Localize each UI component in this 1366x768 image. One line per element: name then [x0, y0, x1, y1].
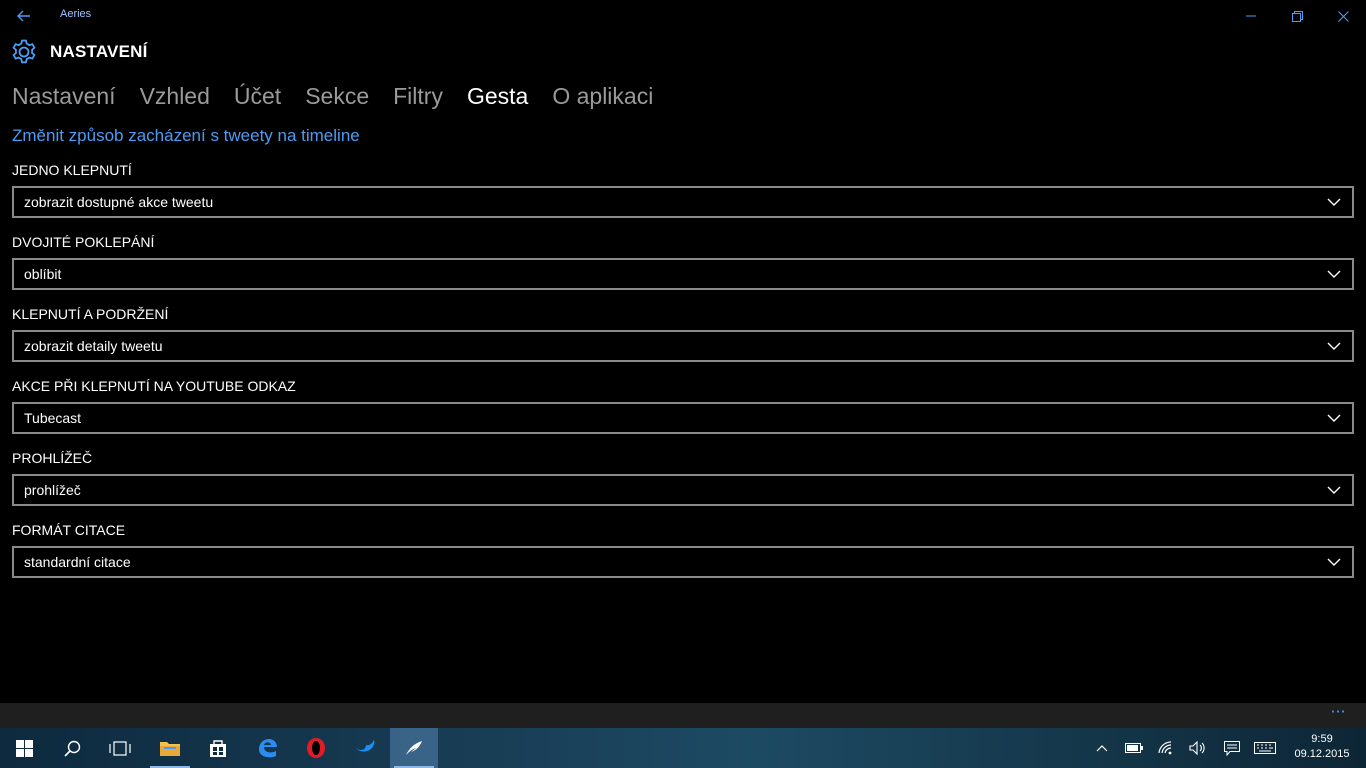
taskbar: 9:59 09.12.2015 [0, 728, 1366, 768]
gear-icon [12, 39, 36, 64]
tab-nastaveni[interactable]: Nastavení [12, 80, 116, 112]
restore-button[interactable] [1274, 0, 1320, 32]
page-title: NASTAVENÍ [50, 42, 148, 61]
opera-button[interactable] [292, 728, 340, 768]
dropdown-value: Tubecast [24, 410, 82, 426]
setting-label: AKCE PŘI KLEPNUTÍ NA YOUTUBE ODKAZ [12, 378, 296, 394]
chevron-up-icon [1096, 744, 1108, 751]
browser-dropdown[interactable]: prohlížeč [12, 474, 1354, 506]
dropdown-value: zobrazit dostupné akce tweetu [24, 194, 214, 210]
search-icon [63, 740, 80, 757]
window-title: Aeries [60, 8, 92, 20]
dropdown-value: zobrazit detaily tweetu [24, 338, 163, 354]
chevron-down-icon [1326, 482, 1342, 498]
task-view-button[interactable] [96, 728, 144, 768]
page-header: NASTAVENÍ [10, 38, 148, 66]
tap-and-hold-dropdown[interactable]: zobrazit detaily tweetu [12, 330, 1354, 362]
edge-button[interactable] [243, 728, 291, 768]
chevron-down-icon [1326, 266, 1342, 282]
speaker-icon [1189, 741, 1205, 755]
tab-vzhled[interactable]: Vzhled [140, 80, 210, 112]
dropdown-value: oblíbit [24, 266, 62, 282]
notification-icon [1224, 740, 1240, 756]
double-tap-dropdown[interactable]: oblíbit [12, 258, 1354, 290]
tab-ucet[interactable]: Účet [234, 80, 281, 112]
bird-icon [356, 740, 375, 752]
clock[interactable]: 9:59 09.12.2015 [1292, 732, 1352, 762]
setting-browser: PROHLÍŽEČ prohlížeč [12, 448, 1354, 506]
battery-button[interactable] [1120, 728, 1148, 768]
chevron-down-icon [1326, 194, 1342, 210]
dropdown-value: standardní citace [24, 554, 131, 570]
quote-format-dropdown[interactable]: standardní citace [12, 546, 1354, 578]
restore-icon [1291, 10, 1303, 22]
search-button[interactable] [48, 728, 96, 768]
battery-icon [1125, 743, 1143, 753]
back-button[interactable] [8, 4, 40, 28]
keyboard-icon [1254, 742, 1276, 754]
store-button[interactable] [194, 728, 242, 768]
minimize-icon [1246, 15, 1256, 17]
setting-youtube-link: AKCE PŘI KLEPNUTÍ NA YOUTUBE ODKAZ Tubec… [12, 376, 1354, 434]
app-bar: ··· [0, 703, 1366, 728]
tab-gesta[interactable]: Gesta [467, 80, 528, 112]
dropdown-value: prohlížeč [24, 482, 81, 498]
close-button[interactable] [1320, 0, 1366, 32]
feather-icon [406, 741, 422, 755]
volume-button[interactable] [1184, 728, 1212, 768]
aeries-app-button[interactable] [390, 728, 438, 768]
network-button[interactable] [1153, 728, 1181, 768]
settings-tabs: Nastavení Vzhled Účet Sekce Filtry Gesta… [12, 80, 677, 112]
app-window: Aeries NASTAVENÍ Nastavení Vzhled Účet S… [0, 0, 1366, 703]
setting-label: FORMÁT CITACE [12, 522, 126, 538]
setting-tap-and-hold: KLEPNUTÍ A PODRŽENÍ zobrazit detaily twe… [12, 304, 1354, 362]
windows-logo-icon [15, 739, 33, 757]
tab-o-aplikaci[interactable]: O aplikaci [552, 80, 653, 112]
chevron-down-icon [1326, 554, 1342, 570]
title-bar: Aeries [0, 0, 1366, 32]
chevron-down-icon [1326, 410, 1342, 426]
setting-label: PROHLÍŽEČ [12, 450, 93, 466]
setting-single-tap: JEDNO KLEPNUTÍ zobrazit dostupné akce tw… [12, 160, 1354, 218]
edge-icon [259, 739, 277, 758]
setting-label: DVOJITÉ POKLEPÁNÍ [12, 234, 155, 250]
close-icon [1337, 10, 1349, 22]
single-tap-dropdown[interactable]: zobrazit dostupné akce tweetu [12, 186, 1354, 218]
setting-quote-format: FORMÁT CITACE standardní citace [12, 520, 1354, 578]
folder-icon [160, 742, 180, 756]
section-description-link[interactable]: Změnit způsob zacházení s tweety na time… [12, 126, 360, 146]
file-explorer-button[interactable] [146, 728, 194, 768]
chevron-down-icon [1326, 338, 1342, 354]
minimize-button[interactable] [1228, 0, 1274, 32]
twitter-app-button[interactable] [341, 728, 389, 768]
arrow-left-icon [17, 10, 30, 22]
youtube-link-dropdown[interactable]: Tubecast [12, 402, 1354, 434]
opera-icon [307, 738, 325, 758]
show-hidden-icons-button[interactable] [1090, 728, 1114, 768]
setting-label: KLEPNUTÍ A PODRŽENÍ [12, 306, 169, 322]
action-center-button[interactable] [1218, 728, 1246, 768]
clock-time: 9:59 [1311, 733, 1333, 745]
tab-filtry[interactable]: Filtry [393, 80, 443, 112]
clock-date: 09.12.2015 [1294, 748, 1350, 760]
task-view-icon [109, 740, 131, 756]
touch-keyboard-button[interactable] [1250, 728, 1280, 768]
more-options-button[interactable]: ··· [1326, 704, 1350, 725]
store-bag-icon [210, 740, 226, 757]
setting-label: JEDNO KLEPNUTÍ [12, 162, 132, 178]
setting-double-tap: DVOJITÉ POKLEPÁNÍ oblíbit [12, 232, 1354, 290]
wifi-icon [1158, 741, 1172, 755]
tab-sekce[interactable]: Sekce [305, 80, 369, 112]
start-button[interactable] [0, 728, 48, 768]
